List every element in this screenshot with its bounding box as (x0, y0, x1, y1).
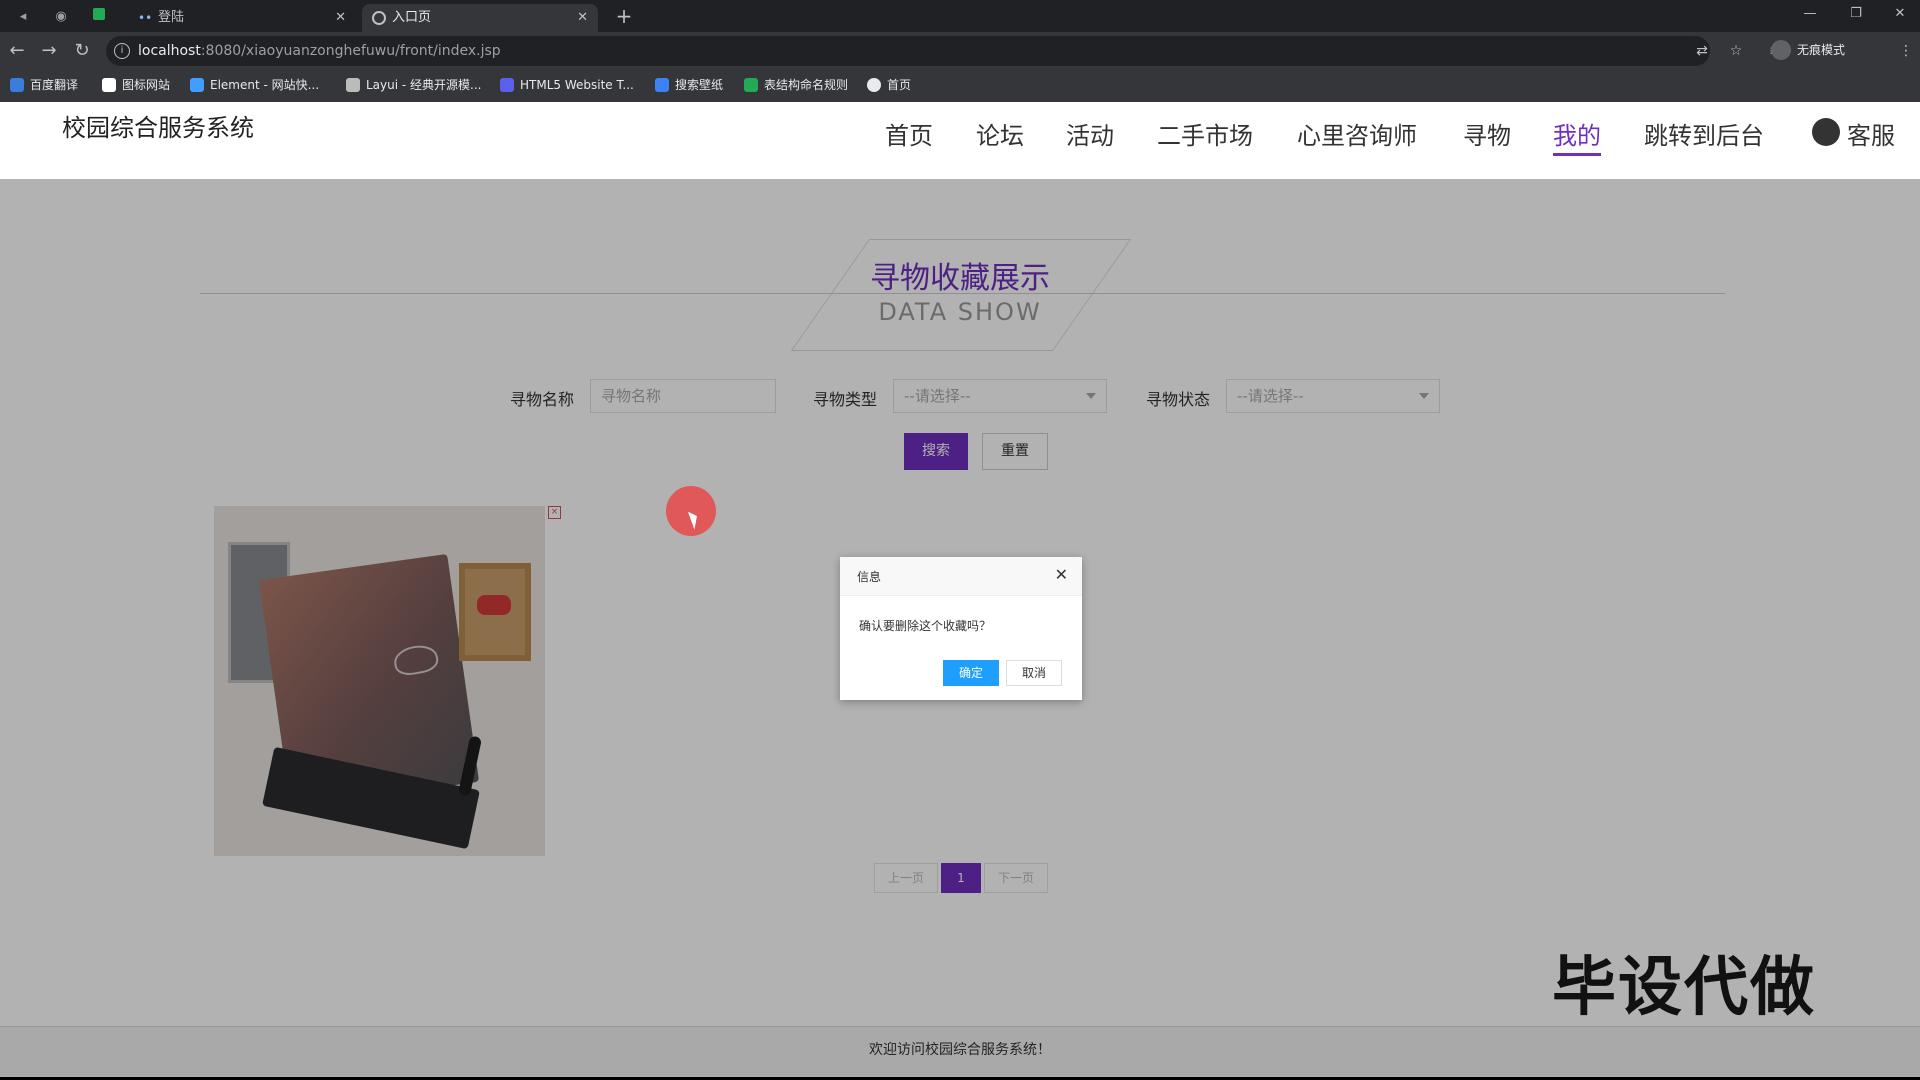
bookmark-favicon-icon (190, 78, 204, 92)
incognito-icon (1771, 40, 1791, 60)
nav-lost-found[interactable]: 寻物 (1463, 116, 1511, 151)
nav-forum[interactable]: 论坛 (976, 116, 1024, 151)
bookmark-item[interactable]: 首页 (867, 70, 911, 100)
new-tab-button[interactable]: + (612, 4, 636, 28)
bookmark-item[interactable]: HTML5 Website T... (500, 70, 634, 100)
bookmark-favicon-icon (102, 78, 116, 92)
tab-favicon-icon (372, 11, 386, 25)
bookmark-label: Layui - 经典开源模... (366, 78, 482, 92)
bookmark-label: Element - 网站快... (210, 78, 320, 92)
bookmark-favicon-icon (10, 78, 24, 92)
bookmark-label: HTML5 Website T... (520, 78, 634, 92)
dialog-title: 信息 (857, 570, 882, 584)
window-close-icon[interactable]: ✕ (1880, 4, 1920, 24)
restore-icon[interactable]: ❐ (1836, 4, 1876, 24)
url-path: :8080/xiaoyuanzonghefuwu/front/index.jsp (200, 43, 501, 59)
bookmark-label: 百度翻译 (30, 78, 79, 92)
bookmark-favicon-icon (744, 78, 758, 92)
bookmark-item[interactable]: Element - 网站快... (190, 70, 319, 100)
back-icon[interactable]: ← (6, 40, 28, 62)
dialog-message: 确认要删除这个收藏吗？ (859, 619, 992, 633)
bookmark-favicon-icon (867, 78, 881, 92)
tab-close-icon[interactable]: ✕ (335, 4, 346, 32)
url-text: localhost:8080/xiaoyuanzonghefuwu/front/… (138, 36, 501, 66)
bookmark-favicon-icon (346, 78, 360, 92)
incognito-label: 无痕模式 (1797, 43, 1846, 57)
tab-label: 登陆 (158, 10, 185, 25)
forward-icon[interactable]: → (38, 40, 60, 62)
bookmark-item[interactable]: 百度翻译 (10, 70, 78, 100)
dialog-cancel-button[interactable]: 取消 (1006, 660, 1062, 686)
dialog-header: 信息 ✕ (840, 557, 1082, 596)
bookmarks-bar: 百度翻译 图标网站 Element - 网站快... Layui - 经典开源模… (0, 70, 1920, 103)
nav-home[interactable]: 首页 (885, 116, 933, 151)
bookmark-label: 搜索壁纸 (675, 78, 724, 92)
bookmark-favicon-icon (500, 78, 514, 92)
bookmark-label: 表结构命名规则 (764, 78, 849, 92)
bookmark-label: 首页 (887, 78, 912, 92)
dialog-ok-button[interactable]: 确定 (943, 660, 999, 686)
reload-icon[interactable]: ↻ (71, 40, 93, 62)
site-info-icon[interactable]: i (114, 43, 130, 59)
dialog-close-icon[interactable]: ✕ (1055, 566, 1068, 584)
pinned-tab-icon[interactable]: ◉ (50, 6, 72, 28)
tab-entry[interactable]: 入口页 ✕ (362, 4, 598, 32)
bookmark-item[interactable]: 图标网站 (102, 70, 170, 100)
nav-customer-service[interactable]: 客服 (1847, 116, 1895, 151)
address-bar[interactable]: i localhost:8080/xiaoyuanzonghefuwu/fron… (106, 36, 1710, 66)
site-title: 校园综合服务系统 (62, 114, 254, 142)
nav-mine[interactable]: 我的 (1553, 116, 1601, 156)
incognito-indicator[interactable]: 无痕模式 (1771, 40, 1846, 60)
url-host: localhost (138, 43, 201, 59)
confirm-dialog: 信息 ✕ 确认要删除这个收藏吗？ 确定 取消 (840, 557, 1082, 700)
bookmark-star-icon[interactable]: ☆ (1726, 41, 1746, 61)
menu-kebab-icon[interactable]: ⋮ (1896, 41, 1916, 61)
tab-favicon-icon: •• (138, 11, 153, 25)
watermark-text: 毕设代做 (1552, 951, 1816, 1025)
bookmark-item[interactable]: Layui - 经典开源模... (346, 70, 481, 100)
nav-admin[interactable]: 跳转到后台 (1644, 116, 1764, 151)
browser-tab-strip: ◂ ◉ •• 登陆 ✕ 入口页 ✕ + — ❐ ✕ (0, 0, 1920, 32)
chat-bubble-icon[interactable] (1812, 118, 1840, 146)
bookmark-favicon-icon (655, 78, 669, 92)
nav-counselor[interactable]: 心里咨询师 (1297, 116, 1417, 151)
minimize-icon[interactable]: — (1790, 4, 1830, 24)
browser-toolbar: ← → ↻ i localhost:8080/xiaoyuanzonghefuw… (0, 32, 1920, 70)
bookmark-item[interactable]: 搜索壁纸 (655, 70, 723, 100)
tab-search-icon[interactable]: ◂ (12, 6, 34, 28)
bookmark-label: 图标网站 (122, 78, 171, 92)
tab-label: 入口页 (392, 10, 432, 25)
bookmark-item[interactable]: 表结构命名规则 (744, 70, 848, 100)
site-header: 校园综合服务系统 首页 论坛 活动 二手市场 心里咨询师 寻物 我的 跳转到后台… (0, 102, 1920, 179)
pinned-tab-sheet-icon[interactable] (88, 6, 110, 28)
translate-icon[interactable]: ⇄ (1692, 41, 1712, 61)
tab-login[interactable]: •• 登陆 ✕ (128, 4, 356, 32)
nav-activity[interactable]: 活动 (1066, 116, 1114, 151)
web-page: 校园综合服务系统 首页 论坛 活动 二手市场 心里咨询师 寻物 我的 跳转到后台… (0, 102, 1920, 1077)
tab-close-icon[interactable]: ✕ (577, 4, 588, 32)
nav-second-hand[interactable]: 二手市场 (1157, 116, 1253, 151)
